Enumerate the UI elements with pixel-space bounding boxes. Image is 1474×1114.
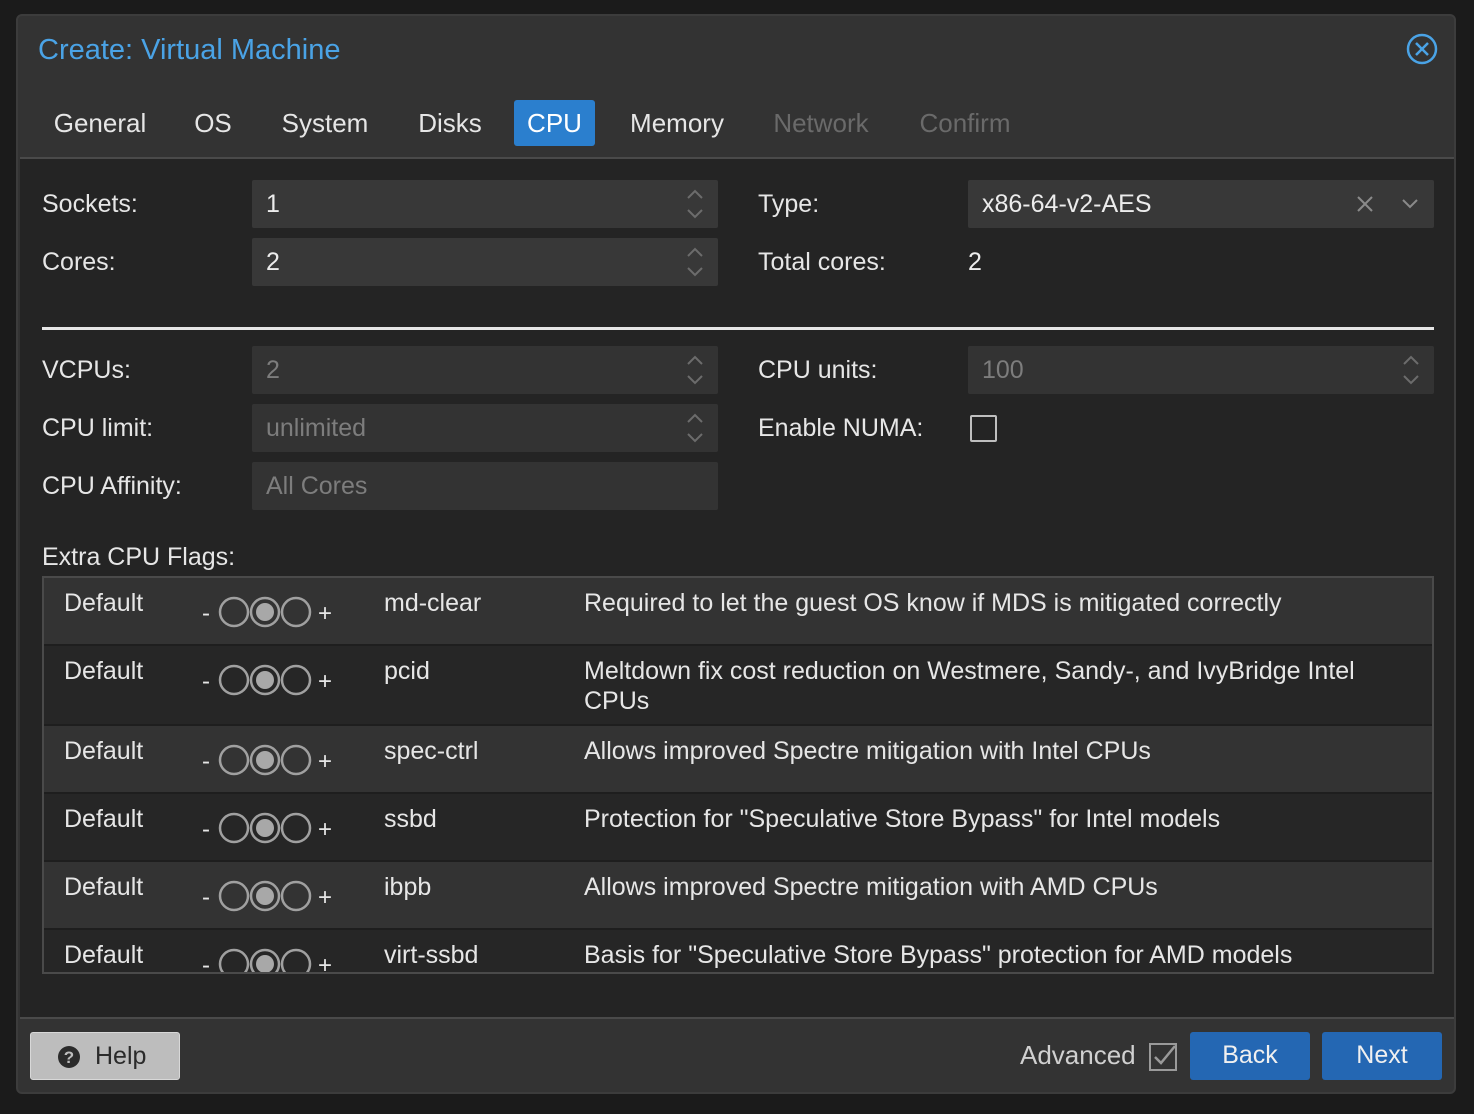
tristate-circles-icon[interactable] (218, 744, 314, 776)
tristate-circles-icon[interactable] (218, 948, 314, 974)
flag-name: ibpb (384, 873, 432, 901)
flag-description-continued: CPUs (584, 687, 650, 715)
tab-general[interactable]: General (44, 100, 156, 146)
flag-name: virt-ssbd (384, 941, 479, 969)
total-cores-value: 2 (968, 248, 982, 276)
cpu-flags-grid: Default - + md-clear Required to let the… (42, 576, 1434, 974)
dialog-title: Create: Virtual Machine (38, 34, 341, 66)
flag-toggle[interactable]: - + (202, 808, 342, 848)
sockets-field[interactable]: 1 (252, 180, 718, 228)
flag-description: Meltdown fix cost reduction on Westmere,… (584, 657, 1355, 685)
advanced-separator (42, 327, 1434, 330)
cpu-type-select[interactable]: x86-64-v2-AES (968, 180, 1434, 228)
tristate-circles-icon[interactable] (218, 812, 314, 844)
spinner-arrows-icon[interactable] (684, 244, 706, 280)
flag-toggle[interactable]: - + (202, 876, 342, 916)
flag-state: Default (64, 805, 144, 833)
cpu-affinity-input[interactable]: All Cores (252, 462, 718, 510)
spinner-arrows-icon[interactable] (684, 352, 706, 388)
tab-system[interactable]: System (272, 100, 378, 146)
flag-toggle[interactable]: - + (202, 740, 342, 780)
svg-text:?: ? (64, 1048, 74, 1067)
close-icon[interactable] (1406, 33, 1438, 65)
tristate-circles-icon[interactable] (218, 880, 314, 912)
numa-checkbox[interactable] (970, 415, 997, 442)
table-row: Default - + ibpb Allows improved Spectre… (44, 862, 1432, 930)
flag-name: ssbd (384, 805, 437, 833)
cpu-units-field[interactable]: 100 (968, 346, 1434, 394)
spinner-arrows-icon[interactable] (1400, 352, 1422, 388)
spinner-arrows-icon[interactable] (684, 410, 706, 446)
flag-state: Default (64, 589, 144, 617)
chevron-down-icon[interactable] (1400, 197, 1420, 211)
numa-label: Enable NUMA: (758, 414, 924, 442)
table-row: Default - + md-clear Required to let the… (44, 578, 1432, 646)
cpu-units-label: CPU units: (758, 356, 878, 384)
tab-disks[interactable]: Disks (406, 100, 494, 146)
table-row: Default - + ssbd Protection for "Specula… (44, 794, 1432, 862)
flag-toggle[interactable]: - + (202, 944, 342, 974)
question-circle-icon: ? (58, 1046, 80, 1068)
flag-description: Allows improved Spectre mitigation with … (584, 873, 1158, 901)
flag-toggle[interactable]: - + (202, 592, 342, 632)
flag-description: Allows improved Spectre mitigation with … (584, 737, 1151, 765)
create-vm-dialog: Create: Virtual Machine General OS Syste… (16, 14, 1456, 1094)
table-row: Default - + pcid Meltdown fix cost reduc… (44, 646, 1432, 726)
vcpus-field[interactable]: 2 (252, 346, 718, 394)
cpu-limit-label: CPU limit: (42, 414, 154, 442)
cores-field[interactable]: 2 (252, 238, 718, 286)
flag-description: Basis for "Speculative Store Bypass" pro… (584, 941, 1293, 969)
tab-memory[interactable]: Memory (622, 100, 732, 146)
tab-confirm: Confirm (919, 108, 1011, 138)
tab-os[interactable]: OS (186, 100, 240, 146)
table-row: Default - + virt-ssbd Basis for "Specula… (44, 930, 1432, 974)
flag-toggle[interactable]: - + (202, 660, 342, 700)
advanced-checkbox[interactable] (1148, 1042, 1178, 1072)
type-label: Type: (758, 190, 820, 218)
flag-state: Default (64, 941, 144, 969)
clear-x-icon[interactable] (1356, 195, 1374, 213)
tab-network: Network (773, 108, 869, 138)
flag-description: Required to let the guest OS know if MDS… (584, 589, 1282, 617)
spinner-arrows-icon[interactable] (684, 186, 706, 222)
vcpus-label: VCPUs: (42, 356, 131, 384)
flag-name: pcid (384, 657, 430, 685)
total-cores-label: Total cores: (758, 248, 886, 276)
flag-description: Protection for "Speculative Store Bypass… (584, 805, 1221, 833)
extra-cpu-flags-heading: Extra CPU Flags: (42, 543, 236, 571)
tristate-circles-icon[interactable] (218, 664, 314, 696)
back-button[interactable]: Back (1190, 1032, 1310, 1080)
table-row: Default - + spec-ctrl Allows improved Sp… (44, 726, 1432, 794)
flag-name: md-clear (384, 589, 482, 617)
tristate-circles-icon[interactable] (218, 596, 314, 628)
next-button[interactable]: Next (1322, 1032, 1442, 1080)
flag-state: Default (64, 873, 144, 901)
flag-state: Default (64, 737, 144, 765)
cpu-limit-field[interactable]: unlimited (252, 404, 718, 452)
help-button[interactable]: ? Help (30, 1032, 180, 1080)
sockets-label: Sockets: (42, 190, 138, 218)
cpu-panel: Sockets: 1 Type: x86-64-v2-AES Cores: 2 (20, 157, 1454, 1019)
cores-label: Cores: (42, 248, 116, 276)
cpu-affinity-label: CPU Affinity: (42, 472, 182, 500)
tab-cpu[interactable]: CPU (514, 100, 595, 146)
flag-name: spec-ctrl (384, 737, 479, 765)
advanced-label: Advanced (1020, 1040, 1136, 1070)
flag-state: Default (64, 657, 144, 685)
